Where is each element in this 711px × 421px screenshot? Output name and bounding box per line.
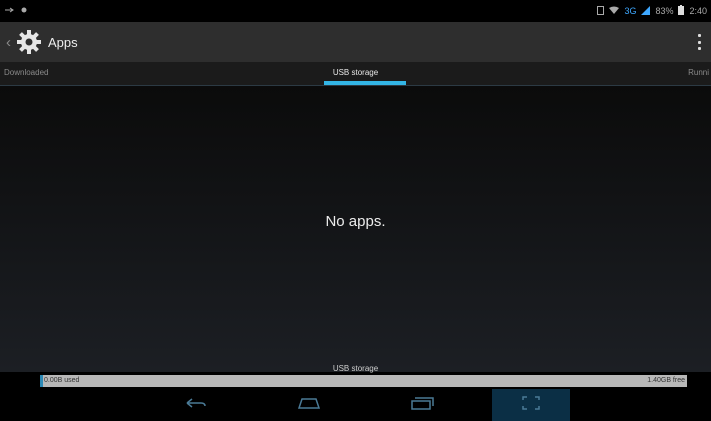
debug-icon [20,6,28,16]
up-caret-icon[interactable]: ‹ [6,34,16,51]
page-title: Apps [48,34,78,50]
battery-icon [678,5,685,17]
screenshot-button[interactable] [513,395,549,415]
recent-apps-icon [410,396,434,415]
clock: 2:40 [689,6,707,16]
tab-usb-storage[interactable]: USB storage [0,68,711,77]
empty-list-message: No apps. [325,213,386,230]
back-icon [185,396,207,414]
settings-gear-icon[interactable] [16,29,42,55]
home-button[interactable] [291,395,327,415]
battery-percent: 83% [655,6,674,16]
storage-title: USB storage [332,364,379,373]
tab-strip: Downloaded USB storage Runni [0,62,711,86]
navigation-bar [0,389,711,421]
wifi-icon [609,6,620,16]
app-list-area: No apps. [0,86,711,372]
action-bar: ‹ Apps [0,22,711,62]
storage-used-fill [40,375,44,387]
tab-running[interactable]: Runni [688,68,709,77]
storage-used-label: 0.00B used [44,377,80,384]
network-type-icon: 3G [624,6,637,16]
storage-free-label: 1.40GB free [647,377,685,384]
tab-selected-indicator [324,81,406,85]
screenshot-icon [522,395,540,415]
storage-usage-bar: 0.00B used 1.40GB free [40,375,687,387]
notification-icons [4,6,28,16]
overflow-menu-icon[interactable] [698,34,702,50]
back-button[interactable] [178,395,214,415]
signal-icon [641,5,651,17]
sim-icon [597,5,605,17]
status-bar: 3G 83% 2:40 [0,0,711,22]
system-icons: 3G 83% 2:40 [597,5,707,17]
home-icon [297,396,321,414]
usb-icon [4,6,14,16]
recent-apps-button[interactable] [404,395,440,415]
